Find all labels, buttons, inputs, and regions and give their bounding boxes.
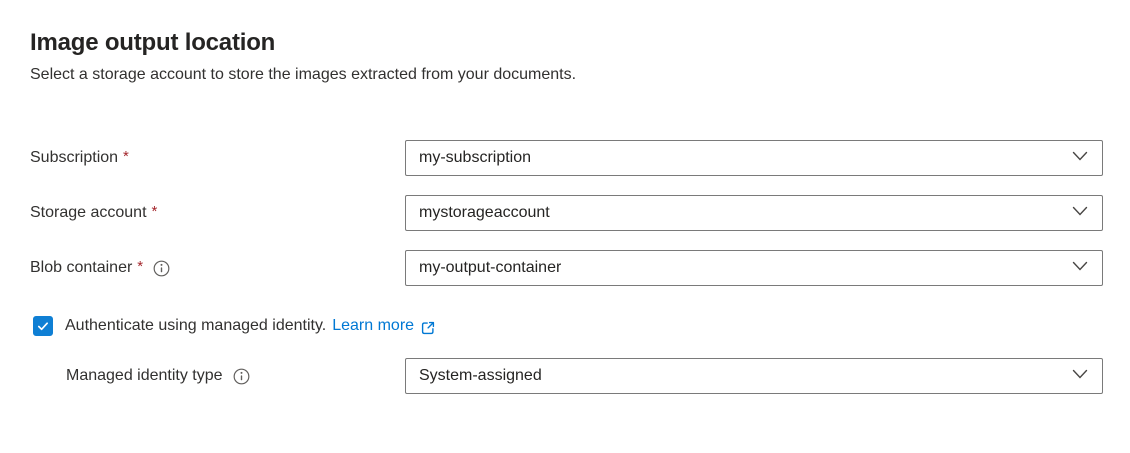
subscription-label-group: Subscription *: [30, 149, 405, 167]
storage-account-label-group: Storage account *: [30, 204, 405, 222]
image-output-location-panel: Image output location Select a storage a…: [0, 0, 1130, 394]
field-row-managed-identity-type: Managed identity type System-assigned: [30, 358, 1103, 394]
field-row-blob-container: Blob container * my-output-container: [30, 250, 1103, 286]
checkmark-icon: [36, 319, 50, 333]
chevron-down-icon: [1072, 149, 1088, 167]
managed-identity-checkbox-row: Authenticate using managed identity. Lea…: [30, 316, 1103, 336]
required-asterisk: *: [152, 203, 158, 220]
learn-more-link[interactable]: Learn more: [332, 317, 414, 335]
chevron-down-icon: [1072, 204, 1088, 222]
required-asterisk: *: [137, 258, 143, 275]
subscription-dropdown-value: my-subscription: [419, 149, 531, 167]
external-link-icon: [420, 320, 436, 336]
managed-identity-checkbox-label: Authenticate using managed identity.: [65, 317, 326, 335]
managed-identity-type-dropdown-value: System-assigned: [419, 367, 542, 385]
page-title: Image output location: [30, 28, 1103, 58]
blob-container-dropdown-value: my-output-container: [419, 259, 561, 277]
managed-identity-type-label: Managed identity type: [66, 367, 223, 385]
storage-account-label: Storage account: [30, 204, 147, 222]
field-row-subscription: Subscription * my-subscription: [30, 140, 1103, 176]
storage-account-dropdown[interactable]: mystorageaccount: [405, 195, 1103, 231]
subscription-label: Subscription: [30, 149, 118, 167]
page-subtitle: Select a storage account to store the im…: [30, 64, 1103, 85]
managed-identity-checkbox[interactable]: [33, 316, 53, 336]
managed-identity-type-label-group: Managed identity type: [30, 367, 405, 385]
chevron-down-icon: [1072, 259, 1088, 277]
storage-account-dropdown-value: mystorageaccount: [419, 204, 550, 222]
info-icon[interactable]: [153, 260, 170, 277]
storage-form: Subscription * my-subscription Storage a…: [30, 140, 1103, 286]
blob-container-label-group: Blob container *: [30, 259, 405, 277]
blob-container-dropdown[interactable]: my-output-container: [405, 250, 1103, 286]
subscription-dropdown[interactable]: my-subscription: [405, 140, 1103, 176]
managed-identity-type-dropdown[interactable]: System-assigned: [405, 358, 1103, 394]
info-icon[interactable]: [233, 368, 250, 385]
required-asterisk: *: [123, 148, 129, 165]
chevron-down-icon: [1072, 367, 1088, 385]
field-row-storage-account: Storage account * mystorageaccount: [30, 195, 1103, 231]
blob-container-label: Blob container: [30, 259, 132, 277]
